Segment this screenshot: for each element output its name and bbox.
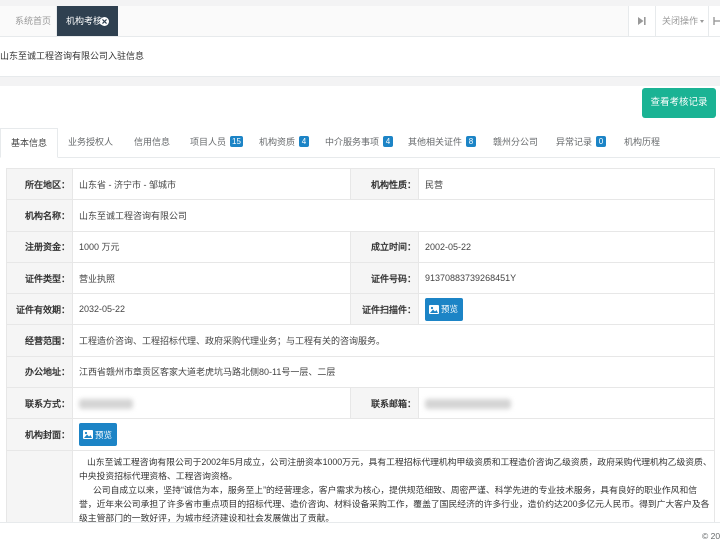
tab-label: 其他相关证件 xyxy=(408,137,463,147)
caret-down-icon xyxy=(700,20,705,24)
email-label: 联系邮箱： xyxy=(350,387,419,420)
page-title: 山东至诚工程咨询有限公司入驻信息 xyxy=(0,51,145,61)
page-tabs-bar: 系统首页 机构考核 关闭操作 xyxy=(0,6,720,37)
cert-no-label: 证件号码： xyxy=(350,261,419,295)
detail-tabs: 基本信息 业务授权人 信用信息 项目人员 15 机构资质 4 中介服务事项 4 其他相… xyxy=(0,128,720,158)
preview-label: 预览 xyxy=(95,429,113,440)
basic-info-table: 所在地区： 山东省 - 济宁市 - 邹城市 机构性质： 民营 机构名称： 山东至… xyxy=(6,167,715,522)
count-badge: 4 xyxy=(299,136,310,148)
tab-label: 异常记录 xyxy=(556,137,593,147)
tab-qualifications[interactable]: 机构资质 4 xyxy=(259,128,310,157)
tab-branch-office[interactable]: 赣州分公司 xyxy=(493,128,538,157)
info-row-address: 办公地址： 江西省赣州市章贡区客家大道老虎坑马路北侧80-11号一层、二层 xyxy=(6,355,715,389)
redacted-contact xyxy=(79,398,133,409)
tab-label: 业务授权人 xyxy=(68,137,114,147)
capital-value: 1000 万元 xyxy=(72,230,351,263)
footer: © 20 xyxy=(0,522,720,550)
info-row-capital: 注册资金： 1000 万元 成立时间： 2002-05-22 xyxy=(6,230,715,263)
profile-label-cell xyxy=(6,449,73,522)
view-assessment-records-button[interactable]: 查看考核记录 xyxy=(642,88,716,118)
founded-value: 2002-05-22 xyxy=(418,230,715,263)
cert-expiry-label: 证件有效期： xyxy=(6,293,73,326)
profile-cell: 山东至诚工程咨询有限公司于2002年5月成立，公司注册资本1000万元，具有工程… xyxy=(72,449,715,522)
profile-paragraph: 公司自成立以来，坚持“诚信为本，服务至上”的经营理念，客户需求为核心，提供规范细… xyxy=(79,484,710,522)
close-circle-icon[interactable] xyxy=(100,16,109,26)
count-badge: 15 xyxy=(230,136,243,148)
info-row-scope: 经营范围： 工程造价咨询、工程招标代理、政府采购代理业务；与工程有关的咨询服务。 xyxy=(6,324,715,357)
cert-scan-cell: 预览 xyxy=(418,293,715,326)
image-icon xyxy=(429,304,439,314)
company-profile: 山东至诚工程咨询有限公司于2002年5月成立，公司注册资本1000万元，具有工程… xyxy=(79,455,713,522)
cover-label: 机构封面： xyxy=(6,418,73,451)
address-value: 江西省赣州市章贡区客家大道老虎坑马路北侧80-11号一层、二层 xyxy=(72,355,715,389)
info-row-certificate: 证件类型： 营业执照 证件号码： 91370883739268451Y xyxy=(6,261,715,295)
info-row-cert-expiry: 证件有效期： 2032-05-22 证件扫描件： 预览 xyxy=(6,293,715,326)
close-operations-dropdown[interactable]: 关闭操作 xyxy=(655,6,708,36)
exit-button[interactable] xyxy=(708,6,720,36)
sign-out-icon xyxy=(713,17,720,25)
tab-label: 机构历程 xyxy=(624,137,661,147)
contact-value xyxy=(72,387,351,420)
page-tab-assessment[interactable]: 机构考核 xyxy=(57,6,118,36)
cert-scan-preview-button[interactable]: 预览 xyxy=(425,297,464,321)
tab-label: 项目人员 xyxy=(190,137,227,147)
tab-project-staff[interactable]: 项目人员 15 xyxy=(190,128,243,157)
info-row-profile: 山东至诚工程咨询有限公司于2002年5月成立，公司注册资本1000万元，具有工程… xyxy=(6,449,715,522)
count-badge: 4 xyxy=(383,136,394,148)
tab-label: 赣州分公司 xyxy=(493,137,539,147)
info-row-region: 所在地区： 山东省 - 济宁市 - 邹城市 机构性质： 民营 xyxy=(6,167,715,201)
tab-abnormal-records[interactable]: 异常记录 0 xyxy=(556,128,607,157)
content-panel: 查看考核记录 基本信息 业务授权人 信用信息 项目人员 15 机构资质 4 中介服务… xyxy=(0,86,720,522)
page-header: 山东至诚工程咨询有限公司入驻信息 xyxy=(0,37,720,77)
scope-value: 工程造价咨询、工程招标代理、政府采购代理业务；与工程有关的咨询服务。 xyxy=(72,324,715,357)
tab-label: 中介服务事项 xyxy=(325,137,380,147)
copyright-text: © 20 xyxy=(702,531,720,541)
nature-label: 机构性质： xyxy=(350,167,419,201)
cert-scan-label: 证件扫描件： xyxy=(350,293,419,326)
count-badge: 8 xyxy=(466,136,477,148)
cover-preview-button[interactable]: 预览 xyxy=(79,423,118,447)
info-row-cover: 机构封面： 预览 xyxy=(6,418,715,451)
forward-icon xyxy=(638,17,646,25)
cert-type-label: 证件类型： xyxy=(6,261,73,295)
name-label: 机构名称： xyxy=(6,199,73,232)
nature-value: 民营 xyxy=(418,167,715,201)
tab-other-certificates[interactable]: 其他相关证件 8 xyxy=(408,128,477,157)
page-tab-home[interactable]: 系统首页 xyxy=(0,6,57,36)
profile-paragraph: 山东至诚工程咨询有限公司于2002年5月成立，公司注册资本1000万元，具有工程… xyxy=(79,456,712,481)
capital-label: 注册资金： xyxy=(6,230,73,263)
page-tab-label: 机构考核 xyxy=(66,16,103,26)
info-row-name: 机构名称： 山东至诚工程咨询有限公司 xyxy=(6,199,715,232)
tab-history[interactable]: 机构历程 xyxy=(624,128,660,157)
scroll-tabs-right-button[interactable] xyxy=(628,6,655,36)
preview-label: 预览 xyxy=(441,304,459,315)
cert-type-value: 营业执照 xyxy=(72,261,351,295)
image-icon xyxy=(83,430,93,440)
close-operations-label: 关闭操作 xyxy=(662,16,699,26)
scope-label: 经营范围： xyxy=(6,324,73,357)
tab-intermediary-services[interactable]: 中介服务事项 4 xyxy=(325,128,394,157)
info-row-contact: 联系方式： 联系邮箱： xyxy=(6,387,715,420)
founded-label: 成立时间： xyxy=(350,230,419,263)
tab-label: 信用信息 xyxy=(134,137,171,147)
tab-basic-info[interactable]: 基本信息 xyxy=(0,128,58,158)
tab-credit-info[interactable]: 信用信息 xyxy=(134,128,170,157)
cover-cell: 预览 xyxy=(72,418,715,451)
redacted-email xyxy=(425,398,511,409)
address-label: 办公地址： xyxy=(6,355,73,389)
contact-label: 联系方式： xyxy=(6,387,73,420)
name-value: 山东至诚工程咨询有限公司 xyxy=(72,199,715,232)
cert-expiry-value: 2032-05-22 xyxy=(72,293,351,326)
tab-label: 机构资质 xyxy=(259,137,296,147)
region-value: 山东省 - 济宁市 - 邹城市 xyxy=(72,167,351,201)
region-label: 所在地区： xyxy=(6,167,73,201)
email-value xyxy=(418,387,715,420)
page-tab-label: 系统首页 xyxy=(15,16,52,26)
count-badge: 0 xyxy=(596,136,607,148)
tab-business-authorizer[interactable]: 业务授权人 xyxy=(68,128,113,157)
cert-no-value: 91370883739268451Y xyxy=(418,261,715,295)
tab-label: 基本信息 xyxy=(11,138,48,148)
